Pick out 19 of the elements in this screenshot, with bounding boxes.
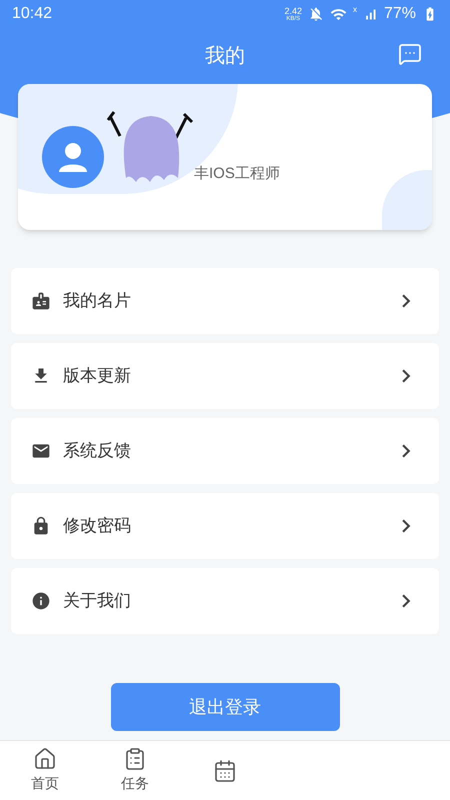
home-icon [33,747,57,771]
menu-item[interactable]: 关于我们 [11,568,439,634]
menu-item[interactable]: 版本更新 [11,343,439,409]
calendar-icon [213,758,237,782]
bell-off-icon [308,6,324,22]
message-button[interactable] [398,42,422,66]
page-title: 我的 [205,44,245,69]
menu-item[interactable]: 我的名片 [11,268,439,334]
battery-level: 77% [384,4,416,24]
info-icon [31,591,51,611]
nav-tab[interactable]: 任务 [90,741,180,800]
signal-mark: x [352,4,357,16]
id-card-icon [31,291,51,311]
menu-item[interactable]: 系统反馈 [11,418,439,484]
clipboard-icon [123,747,147,771]
profile-subtitle: 丰IOS工程师 [194,164,280,184]
status-time: 10:42 [12,4,52,24]
nav-tab[interactable]: 首页 [0,741,90,800]
menu-item[interactable]: 修改密码 [11,493,439,559]
